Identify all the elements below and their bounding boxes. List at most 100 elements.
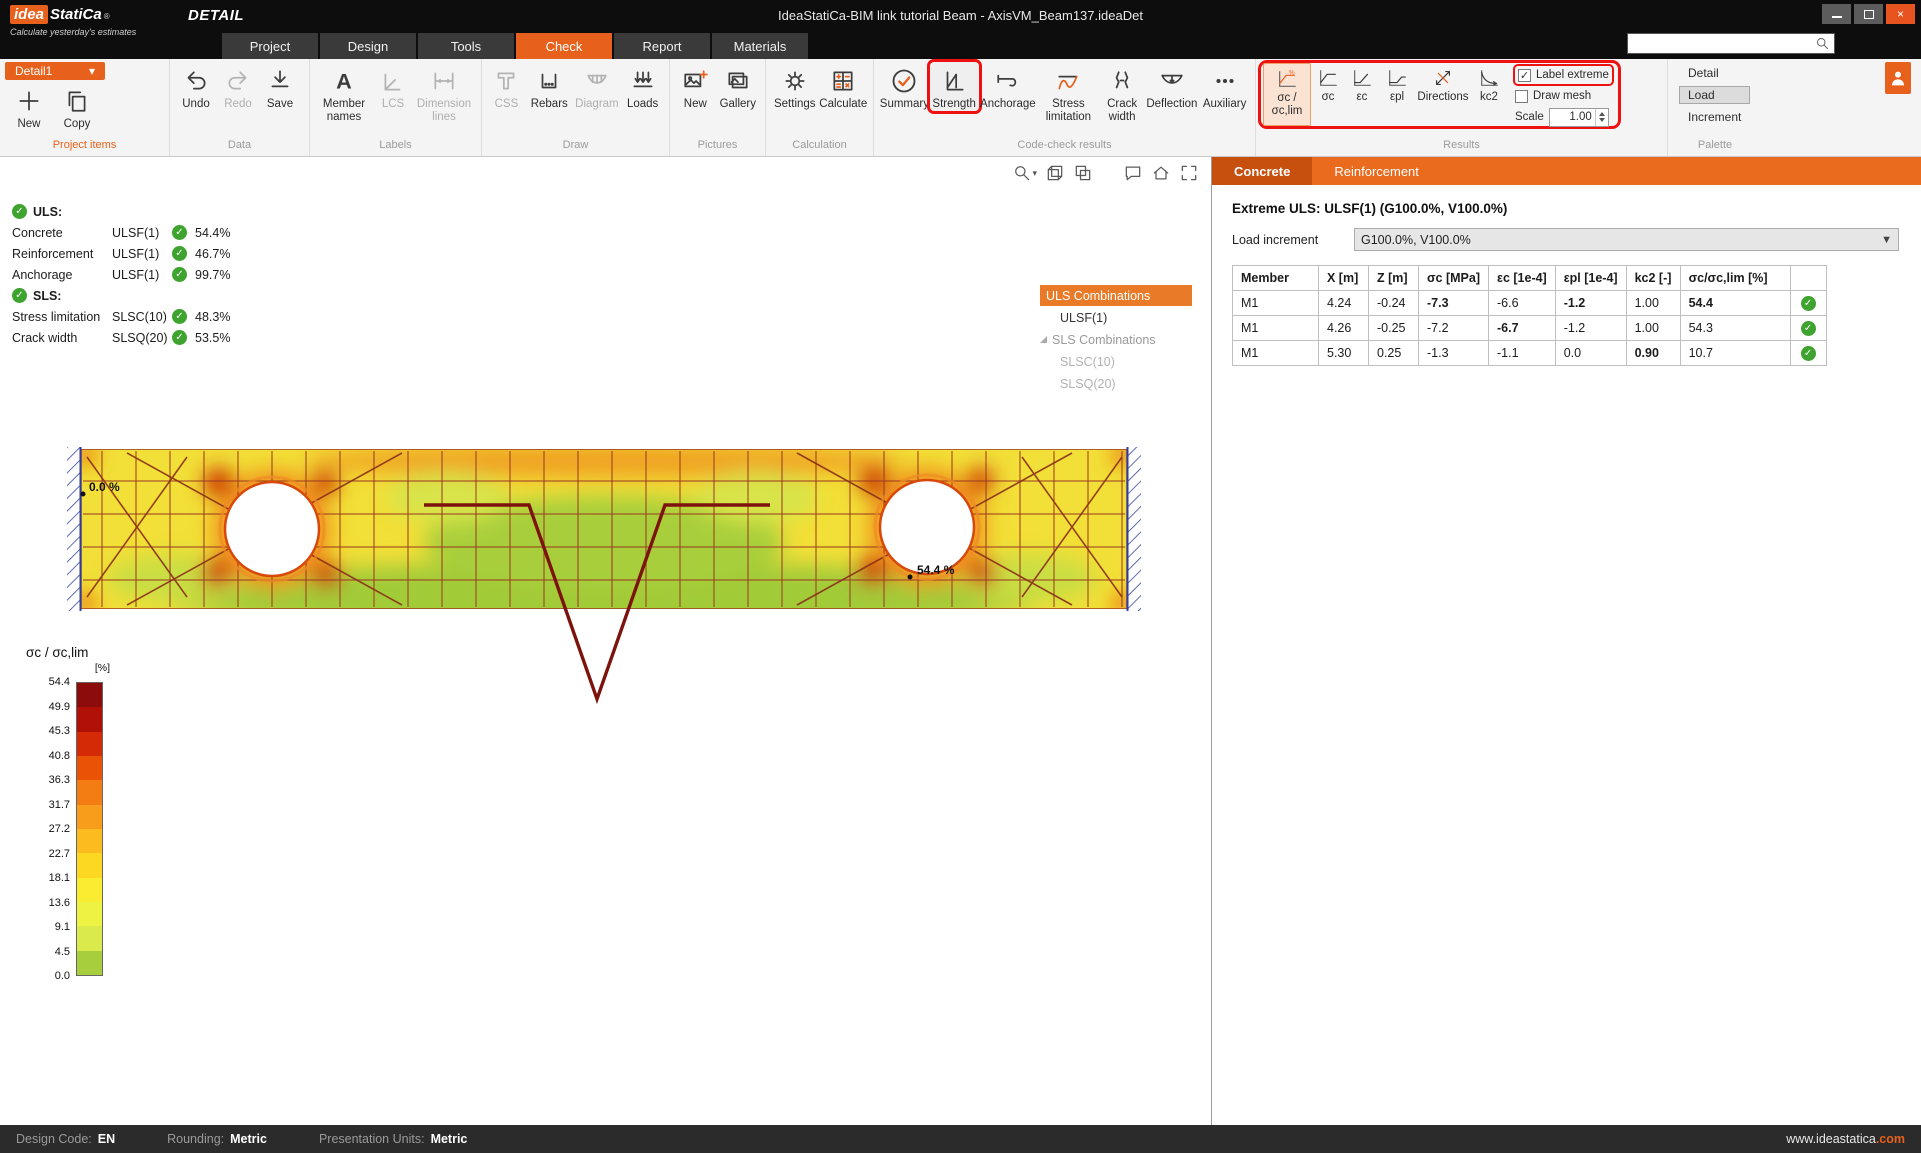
close-button[interactable]: ×	[1886, 4, 1915, 24]
table-cell: -1.2	[1555, 291, 1626, 316]
zoom-all-icon[interactable]	[1179, 163, 1199, 183]
load-increment-select[interactable]: G100.0%, V100.0% ▼	[1354, 228, 1899, 251]
summary-row-stress-limitation: Stress limitationSLSC(10)48.3%	[12, 306, 230, 327]
detail-selector[interactable]: Detail1▾	[5, 62, 105, 80]
summary-check-button[interactable]: Summary	[879, 62, 930, 111]
new-plus-icon	[16, 84, 42, 118]
draw-mesh-option[interactable]: Draw mesh	[1515, 87, 1612, 105]
svg-text:A: A	[336, 69, 352, 94]
tab-check[interactable]: Check	[516, 33, 612, 59]
support-hatch-right	[1128, 447, 1141, 611]
tab-concrete[interactable]: Concrete	[1212, 157, 1312, 185]
scale-spinner[interactable]: 1.00	[1549, 108, 1609, 127]
directions-result-button[interactable]: Directions	[1415, 63, 1471, 126]
summary-check-icon	[890, 64, 918, 98]
settings-button[interactable]: Settings	[771, 62, 819, 111]
tab-design[interactable]: Design	[320, 33, 416, 59]
view-projection-icon[interactable]	[1045, 163, 1065, 183]
strength-check-button[interactable]: Strength	[930, 62, 979, 111]
rebars-button[interactable]: Rebars	[526, 62, 573, 111]
table-cell: 54.3	[1680, 316, 1790, 341]
zoom-tool-icon[interactable]: ▾	[1012, 163, 1037, 183]
tree-item-ulsf1[interactable]: ULSF(1)	[1040, 307, 1192, 328]
tab-tools[interactable]: Tools	[418, 33, 514, 59]
picture-new-button[interactable]: New	[675, 62, 716, 111]
website-link[interactable]: www.ideastatica.com	[1786, 1132, 1905, 1146]
spinner-down-icon[interactable]	[1599, 118, 1605, 122]
sigma-ratio-result-button[interactable]: % σc / σc,lim	[1263, 63, 1311, 126]
legend-unit: [%]	[26, 662, 110, 674]
auxiliary-check-button[interactable]: Auxiliary	[1199, 62, 1250, 111]
beam-result-view[interactable]: 0.0 % 54.4 %	[67, 447, 1142, 777]
tooltip-icon[interactable]	[1123, 163, 1143, 183]
model-canvas[interactable]: ▾ ULS: ConcreteULSF(1)54.4% Reinforcemen…	[0, 157, 1211, 1125]
eps-pl-result-button[interactable]: εpl	[1379, 63, 1415, 126]
crack-width-check-button[interactable]: Crack width	[1100, 62, 1145, 123]
undo-button[interactable]: Undo	[175, 62, 217, 111]
css-button[interactable]: CSS	[487, 62, 526, 111]
diagram-button[interactable]: Diagram	[573, 62, 622, 111]
table-cell: M1	[1233, 291, 1319, 316]
tab-project[interactable]: Project	[222, 33, 318, 59]
spinner-up-icon[interactable]	[1599, 112, 1605, 116]
stress-limitation-check-button[interactable]: Stress limitation	[1037, 62, 1099, 123]
eps-c-icon	[1351, 65, 1373, 91]
color-legend: σc / σc,lim [%] 54.449.945.340.836.331.7…	[26, 645, 158, 976]
kc2-icon	[1478, 65, 1500, 91]
tree-item-slsc10[interactable]: SLSC(10)	[1040, 351, 1192, 372]
table-row[interactable]: M14.24-0.24-7.3-6.6-1.21.0054.4	[1233, 291, 1827, 316]
check-summary: ULS: ConcreteULSF(1)54.4% ReinforcementU…	[12, 201, 230, 348]
home-view-icon[interactable]	[1151, 163, 1171, 183]
eps-c-result-button[interactable]: εc	[1345, 63, 1379, 126]
summary-row-concrete: ConcreteULSF(1)54.4%	[12, 222, 230, 243]
palette-increment-button[interactable]: Increment	[1679, 108, 1750, 126]
minimize-button[interactable]	[1822, 4, 1851, 24]
legend-tick: 54.4	[26, 676, 70, 688]
diagram-icon	[584, 64, 610, 98]
legend-tick: 0.0	[26, 970, 70, 982]
lcs-button[interactable]: LCS	[373, 62, 413, 111]
redo-button[interactable]: Redo	[217, 62, 259, 111]
new-project-item-button[interactable]: New	[5, 82, 53, 131]
legend-segment	[77, 853, 102, 877]
tab-reinforcement[interactable]: Reinforcement	[1312, 157, 1441, 185]
palette-load-button[interactable]: Load	[1679, 86, 1750, 104]
label-extreme-checkbox[interactable]: ✓	[1518, 69, 1531, 82]
label-extreme-option[interactable]: ✓ Label extreme	[1515, 66, 1612, 84]
legend-ticks: 54.449.945.340.836.331.727.222.718.113.6…	[26, 682, 76, 976]
status-bar: Design Code:EN Rounding:Metric Presentat…	[0, 1125, 1921, 1153]
gallery-button[interactable]: Gallery	[716, 62, 760, 111]
maximize-button[interactable]	[1854, 4, 1883, 24]
design-code-label: Design Code:	[16, 1132, 92, 1146]
lcs-axes-icon	[380, 64, 406, 98]
sigma-c-result-button[interactable]: σc	[1311, 63, 1345, 126]
dimension-lines-button[interactable]: Dimension lines	[413, 62, 475, 123]
tree-item-sls-combinations[interactable]: SLS Combinations	[1040, 329, 1192, 350]
table-row[interactable]: M14.26-0.25-7.2-6.7-1.21.0054.3	[1233, 316, 1827, 341]
maximize-icon	[1864, 10, 1874, 19]
sigma-c-icon	[1317, 65, 1339, 91]
save-button[interactable]: Save	[259, 62, 301, 111]
eps-pl-icon	[1386, 65, 1408, 91]
calculate-button[interactable]: Calculate	[819, 62, 868, 111]
main-tab-bar: Project Design Tools Check Report Materi…	[222, 33, 808, 59]
deflection-check-button[interactable]: Deflection	[1145, 62, 1200, 111]
dimension-lines-icon	[431, 64, 457, 98]
palette-detail-button[interactable]: Detail	[1679, 64, 1750, 82]
member-names-button[interactable]: A Member names	[315, 62, 373, 123]
anchorage-check-button[interactable]: Anchorage	[979, 62, 1038, 111]
search-input[interactable]	[1628, 37, 1815, 51]
draw-mesh-checkbox[interactable]	[1515, 90, 1528, 103]
license-icon[interactable]	[1885, 62, 1911, 94]
tree-item-uls-combinations[interactable]: ULS Combinations	[1040, 285, 1192, 306]
legend-tick: 36.3	[26, 774, 70, 786]
copy-project-item-button[interactable]: Copy	[53, 82, 101, 131]
tab-report[interactable]: Report	[614, 33, 710, 59]
beam-label-min: 0.0 %	[89, 480, 120, 494]
kc2-result-button[interactable]: kc2	[1471, 63, 1507, 126]
tab-materials[interactable]: Materials	[712, 33, 808, 59]
view-manager-icon[interactable]	[1073, 163, 1093, 183]
loads-button[interactable]: Loads	[621, 62, 664, 111]
tree-item-slsq20[interactable]: SLSQ(20)	[1040, 373, 1192, 394]
table-row[interactable]: M15.300.25-1.3-1.10.00.9010.7	[1233, 341, 1827, 366]
